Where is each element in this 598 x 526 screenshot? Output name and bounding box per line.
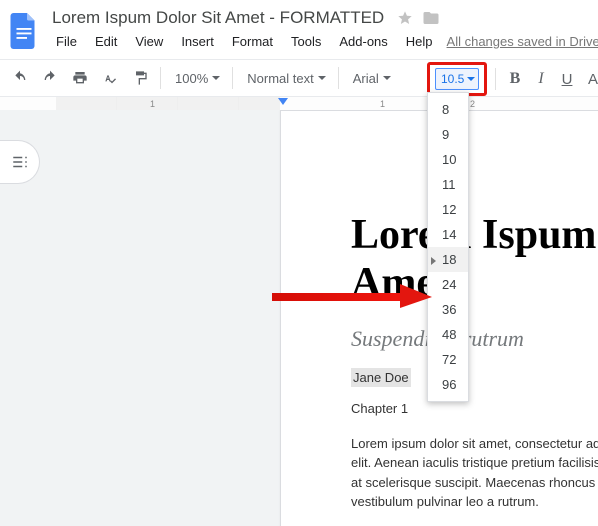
indent-marker-icon[interactable] xyxy=(278,98,288,105)
font-size-option[interactable]: 8 xyxy=(428,97,468,122)
separator xyxy=(495,68,496,90)
menu-addons[interactable]: Add-ons xyxy=(331,30,395,53)
menu-file[interactable]: File xyxy=(48,30,85,53)
font-size-value: 10.5 xyxy=(441,72,464,86)
outline-toggle[interactable] xyxy=(0,140,40,184)
font-size-option[interactable]: 96 xyxy=(428,372,468,397)
menu-tools[interactable]: Tools xyxy=(283,30,329,53)
doc-title-line2: Amet xyxy=(351,259,598,307)
paint-format-button[interactable] xyxy=(126,64,154,92)
font-size-option[interactable]: 9 xyxy=(428,122,468,147)
font-size-option[interactable]: 10 xyxy=(428,147,468,172)
font-value: Arial xyxy=(353,71,379,86)
chevron-down-icon xyxy=(467,77,475,81)
star-icon[interactable] xyxy=(396,9,414,27)
menu-view[interactable]: View xyxy=(127,30,171,53)
font-size-option[interactable]: 11 xyxy=(428,172,468,197)
paragraph-style-dropdown[interactable]: Normal text xyxy=(239,64,331,92)
text-format-group: B I U A xyxy=(495,60,598,98)
underline-button[interactable]: U xyxy=(554,65,580,93)
title-block: Lorem Ispum Dolor Sit Amet - FORMATTED F… xyxy=(48,8,598,53)
text-color-button[interactable]: A xyxy=(580,65,598,93)
titlebar: Lorem Ispum Dolor Sit Amet - FORMATTED F… xyxy=(0,0,598,53)
docs-app-icon[interactable] xyxy=(10,11,38,51)
zoom-value: 100% xyxy=(175,71,208,86)
font-size-option[interactable]: 14 xyxy=(428,222,468,247)
doc-subtitle: Suspendisse rutrum xyxy=(351,326,598,352)
font-size-option[interactable]: 24 xyxy=(428,272,468,297)
chevron-down-icon xyxy=(212,76,220,80)
doc-chapter: Chapter 1 xyxy=(351,401,598,416)
style-value: Normal text xyxy=(247,71,313,86)
chevron-down-icon xyxy=(318,76,326,80)
ruler-tick: 1 xyxy=(380,99,385,109)
font-size-option[interactable]: 72 xyxy=(428,347,468,372)
menu-insert[interactable]: Insert xyxy=(173,30,222,53)
doc-author: Jane Doe xyxy=(351,368,411,387)
redo-button[interactable] xyxy=(36,64,64,92)
workspace: Lorem Ispum Amet Suspendisse rutrum Jane… xyxy=(0,110,598,526)
print-button[interactable] xyxy=(66,64,94,92)
ruler-tick: 1 xyxy=(150,99,155,109)
separator xyxy=(160,67,161,89)
menubar: File Edit View Insert Format Tools Add-o… xyxy=(48,30,598,53)
highlight-annotation: 10.5 xyxy=(427,62,487,96)
zoom-dropdown[interactable]: 100% xyxy=(167,64,226,92)
changes-saved-link[interactable]: All changes saved in Drive xyxy=(447,34,598,49)
toolbar: 100% Normal text Arial 10.5 B I U A xyxy=(0,59,598,97)
folder-icon[interactable] xyxy=(422,9,440,27)
menu-edit[interactable]: Edit xyxy=(87,30,125,53)
document-title[interactable]: Lorem Ispum Dolor Sit Amet - FORMATTED xyxy=(48,8,388,28)
font-size-option[interactable]: 12 xyxy=(428,197,468,222)
font-size-option[interactable]: 48 xyxy=(428,322,468,347)
chevron-down-icon xyxy=(383,76,391,80)
italic-button[interactable]: I xyxy=(528,65,554,93)
font-size-option[interactable]: 36 xyxy=(428,297,468,322)
bold-button[interactable]: B xyxy=(502,65,528,93)
ruler-tick: 2 xyxy=(470,99,475,109)
doc-title-line1: Lorem Ispum xyxy=(351,211,598,259)
spellcheck-button[interactable] xyxy=(96,64,124,92)
font-size-option[interactable]: 18 xyxy=(428,247,468,272)
undo-button[interactable] xyxy=(6,64,34,92)
doc-body: Lorem ipsum dolor sit amet, consectetur … xyxy=(351,434,598,512)
font-size-dropdown[interactable]: 8 9 10 11 12 14 18 24 36 48 72 96 xyxy=(427,92,469,402)
menu-help[interactable]: Help xyxy=(398,30,441,53)
separator xyxy=(232,67,233,89)
font-dropdown[interactable]: Arial xyxy=(345,64,425,92)
font-size-input[interactable]: 10.5 xyxy=(435,68,479,90)
separator xyxy=(338,67,339,89)
menu-format[interactable]: Format xyxy=(224,30,281,53)
